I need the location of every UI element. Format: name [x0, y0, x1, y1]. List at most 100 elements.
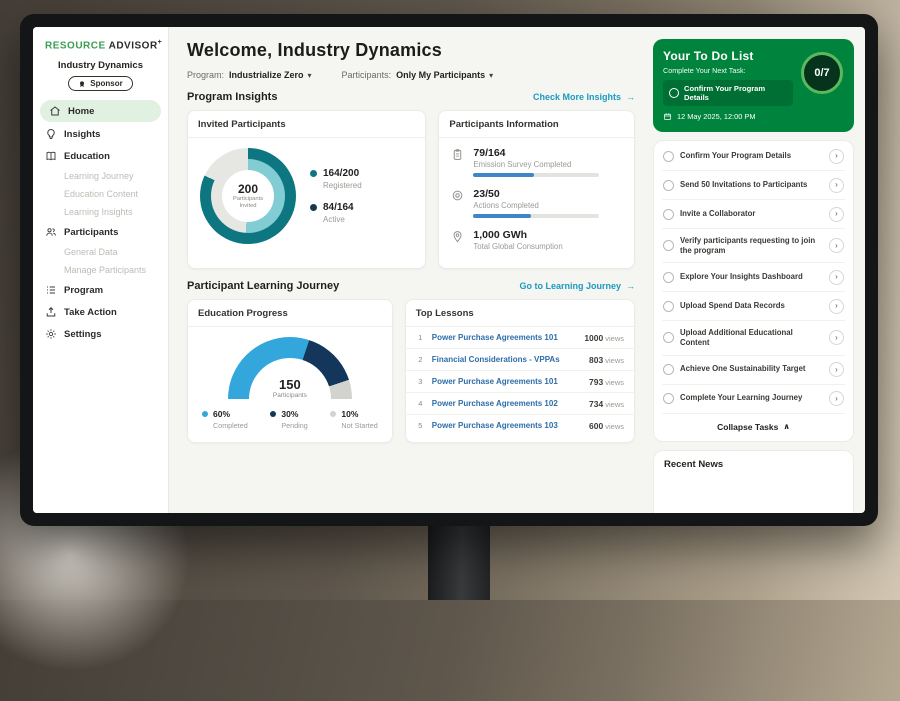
program-insights-title: Program Insights [187, 91, 277, 103]
program-list-icon [45, 284, 57, 296]
legend-item: 60% Completed [202, 409, 248, 430]
donut-center-value: 200 [238, 182, 258, 196]
task-checkbox[interactable] [663, 151, 674, 162]
task-checkbox[interactable] [663, 180, 674, 191]
program-select[interactable]: Industrialize Zero ▾ [229, 70, 312, 80]
todo-task-row[interactable]: Confirm Your Program Details › [662, 142, 845, 171]
next-task-due: 12 May 2025, 12:00 PM [663, 112, 844, 121]
arrow-right-icon: → [626, 92, 635, 102]
sponsor-badge[interactable]: Sponsor [68, 76, 132, 91]
invited-participants-card-title: Invited Participants [188, 111, 425, 138]
sidebar-item[interactable]: Insights [33, 123, 168, 145]
task-checkbox[interactable] [663, 209, 674, 220]
legend-dot [202, 411, 208, 417]
lesson-row: 2 Financial Considerations - VPPAs 803vi… [406, 349, 634, 371]
sidebar-item[interactable]: Manage Participants [33, 261, 168, 279]
invited-participants-donut: 200 Participants Invited [200, 148, 296, 244]
task-checkbox[interactable] [663, 332, 674, 343]
sidebar-item[interactable]: Home [40, 100, 161, 122]
sponsor-badge-label: Sponsor [90, 79, 122, 88]
chevron-up-icon: ∧ [783, 422, 790, 431]
task-checkbox[interactable] [663, 240, 674, 251]
gauge-center-label: Participants [273, 392, 307, 399]
lesson-link[interactable]: Financial Considerations - VPPAs [432, 355, 582, 364]
sidebar-item[interactable]: Participants [33, 221, 168, 243]
task-chevron-right-icon[interactable]: › [829, 207, 844, 222]
program-filter-label: Program: [187, 70, 224, 80]
task-chevron-right-icon[interactable]: › [829, 178, 844, 193]
education-progress-legend: 60% Completed 30% Pending [202, 409, 378, 430]
top-lessons-card-title: Top Lessons [406, 300, 634, 327]
todo-task-row[interactable]: Achieve One Sustainability Target › [662, 356, 845, 385]
todo-task-row[interactable]: Upload Additional Educational Content › [662, 321, 845, 355]
todo-task-row[interactable]: Verify participants requesting to join t… [662, 229, 845, 263]
consumption-pin-icon [451, 230, 464, 243]
legend-item: 10% Not Started [330, 409, 377, 430]
sidebar-item[interactable]: Take Action [33, 301, 168, 323]
lesson-link[interactable]: Power Purchase Agreements 103 [432, 421, 582, 430]
program-filter: Program: Industrialize Zero ▾ [187, 70, 312, 80]
dashboard-screen: RESOURCE ADVISOR+ Industry Dynamics Spon… [33, 27, 865, 513]
recent-news-card: Recent News [653, 450, 854, 514]
participants-information-card-title: Participants Information [439, 111, 634, 138]
next-task-row[interactable]: Confirm Your Program Details [663, 80, 793, 106]
todo-task-row[interactable]: Complete Your Learning Journey › [662, 385, 845, 414]
monitor-stand [428, 524, 490, 600]
task-checkbox[interactable] [663, 393, 674, 404]
sidebar-item[interactable]: Learning Insights [33, 203, 168, 221]
participants-filter: Participants: Only My Participants ▾ [342, 70, 494, 80]
program-chevron-down-icon: ▾ [308, 71, 312, 80]
check-more-insights-link[interactable]: Check More Insights → [533, 92, 635, 102]
task-checkbox[interactable] [663, 364, 674, 375]
learning-journey-title: Participant Learning Journey [187, 280, 339, 292]
todo-panel: Your To Do List Complete Your Next Task:… [649, 27, 865, 513]
filters-row: Program: Industrialize Zero ▾ Participan… [187, 70, 635, 80]
actions-target-icon [451, 189, 464, 202]
go-to-learning-journey-link[interactable]: Go to Learning Journey → [519, 281, 635, 291]
sidebar-item[interactable]: Education [33, 145, 168, 167]
task-chevron-right-icon[interactable]: › [829, 299, 844, 314]
lesson-link[interactable]: Power Purchase Agreements 102 [432, 399, 582, 408]
invited-donut-inner-ring: 200 Participants Invited [211, 159, 285, 233]
todo-progress-ring: 0/7 [801, 52, 843, 94]
sidebar-item-label: Home [68, 106, 94, 117]
sidebar-item-label: Program [64, 285, 103, 296]
sidebar-item[interactable]: Settings [33, 323, 168, 345]
participants-information-card: Participants Information 79/164 Emission… [438, 110, 635, 269]
lesson-link[interactable]: Power Purchase Agreements 101 [432, 377, 582, 386]
todo-task-row[interactable]: Explore Your Insights Dashboard › [662, 263, 845, 292]
stat-row: 79/164 Emission Survey Completed [451, 147, 622, 177]
task-checkbox[interactable] [663, 272, 674, 283]
task-chevron-right-icon[interactable]: › [829, 330, 844, 345]
todo-task-row[interactable]: Send 50 Invitations to Participants › [662, 171, 845, 200]
legend-item: 164/200 Registered [310, 168, 362, 190]
legend-dot [270, 411, 276, 417]
next-task-checkbox[interactable] [669, 88, 679, 98]
sidebar-item[interactable]: Learning Journey [33, 167, 168, 185]
todo-summary-card: Your To Do List Complete Your Next Task:… [653, 39, 854, 132]
sidebar-item[interactable]: General Data [33, 243, 168, 261]
lesson-row: 5 Power Purchase Agreements 103 600views [406, 415, 634, 436]
collapse-tasks-button[interactable]: Collapse Tasks ∧ [662, 414, 845, 441]
task-chevron-right-icon[interactable]: › [829, 362, 844, 377]
sidebar-item[interactable]: Program [33, 279, 168, 301]
sidebar-item[interactable]: Education Content [33, 185, 168, 203]
sidebar-item-label: Manage Participants [64, 265, 146, 275]
task-chevron-right-icon[interactable]: › [829, 270, 844, 285]
task-chevron-right-icon[interactable]: › [829, 238, 844, 253]
task-chevron-right-icon[interactable]: › [829, 391, 844, 406]
insights-bulb-icon [45, 128, 57, 140]
task-checkbox[interactable] [663, 301, 674, 312]
task-chevron-right-icon[interactable]: › [829, 149, 844, 164]
participants-select[interactable]: Only My Participants ▾ [396, 70, 493, 80]
sidebar-item-label: Settings [64, 329, 101, 340]
calendar-icon [663, 112, 672, 121]
stat-row: 23/50 Actions Completed [451, 188, 622, 218]
learning-journey-header: Participant Learning Journey Go to Learn… [187, 280, 635, 292]
lesson-link[interactable]: Power Purchase Agreements 101 [432, 333, 578, 342]
legend-item: 84/164 Active [310, 202, 362, 224]
sidebar-item-label: Learning Journey [64, 171, 134, 181]
todo-task-row[interactable]: Invite a Collaborator › [662, 200, 845, 229]
todo-task-row[interactable]: Upload Spend Data Records › [662, 292, 845, 321]
gauge-center-value: 150 [279, 378, 301, 391]
